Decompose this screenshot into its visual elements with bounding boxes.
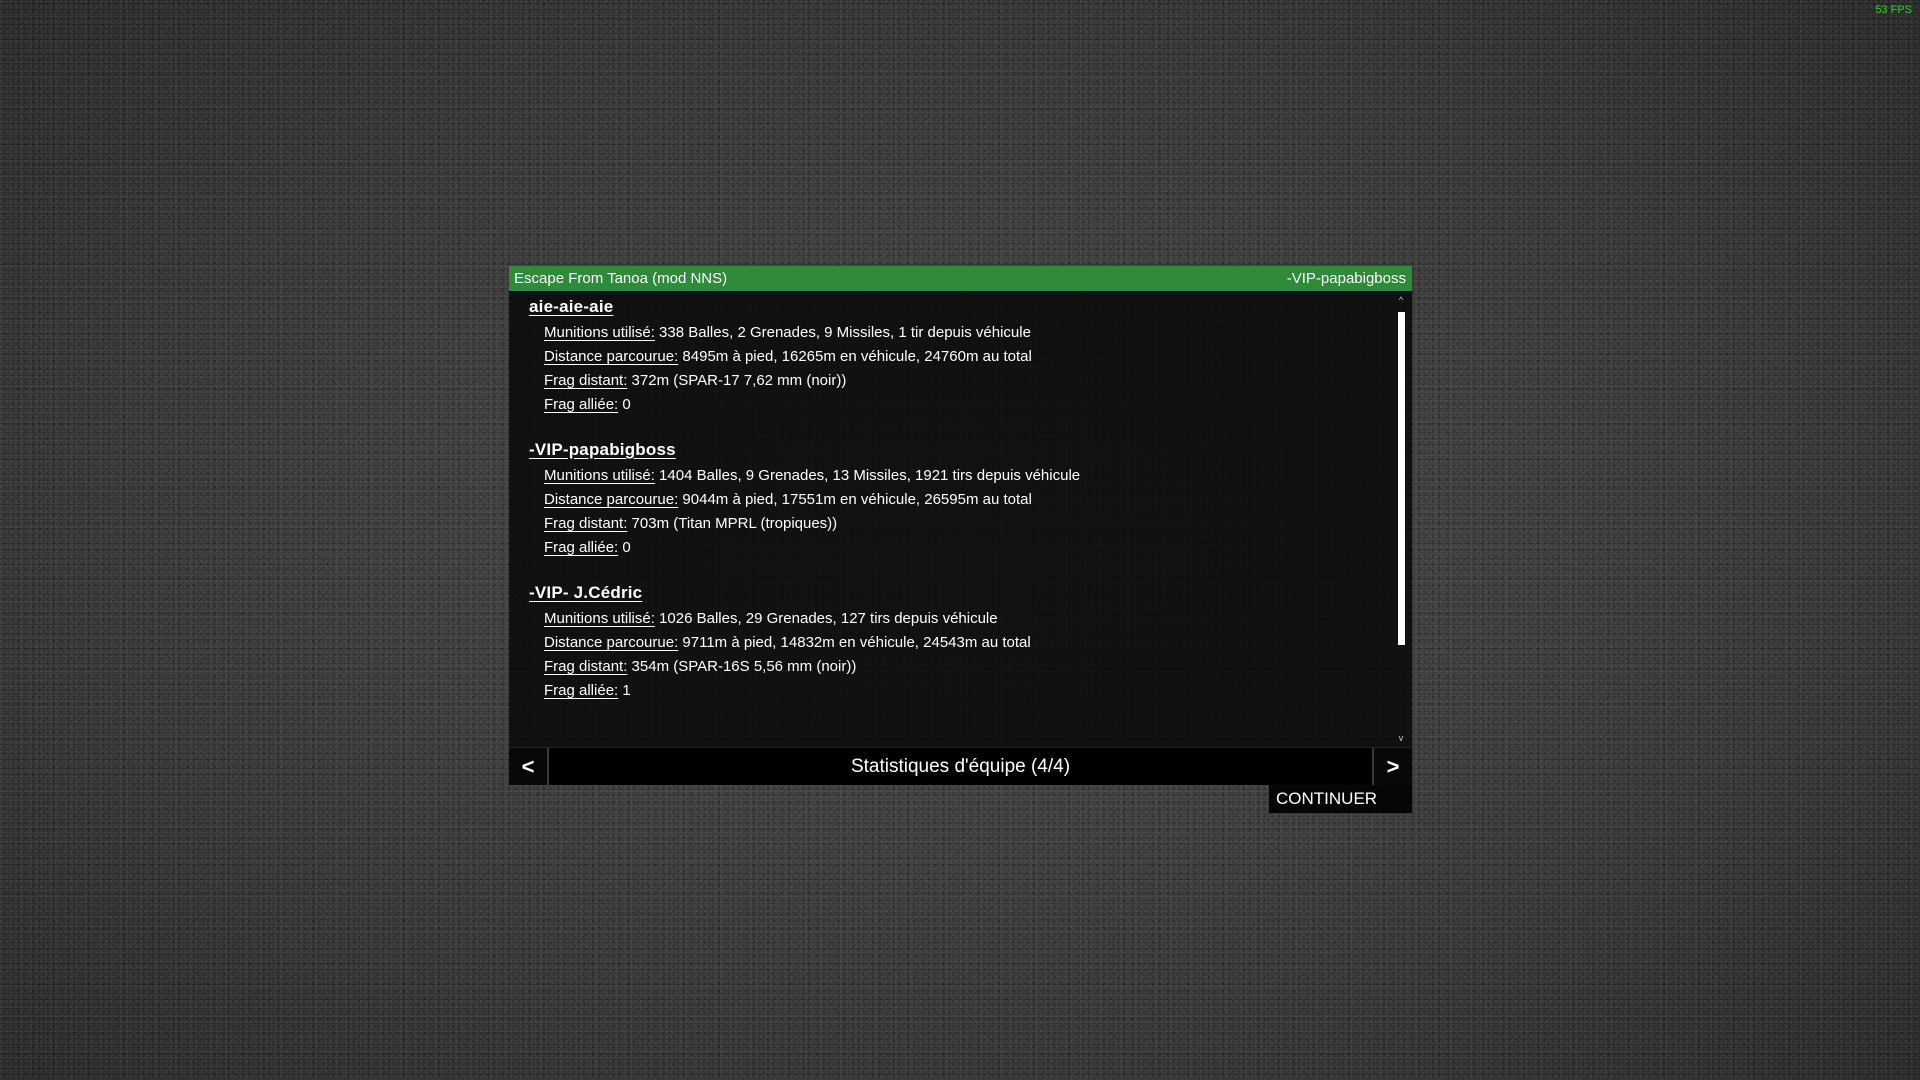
stat-label: Frag alliée: xyxy=(544,396,619,413)
stat-value: 703m (Titan MPRL (tropiques)) xyxy=(627,515,838,532)
stat-row: Distance parcourue: 9711m à pied, 14832m… xyxy=(529,631,1382,655)
player-name: -VIP- J.Cédric xyxy=(529,583,643,602)
stat-value: 8495m à pied, 16265m en véhicule, 24760m… xyxy=(678,348,1032,365)
page-navigation-bar: < Statistiques d'équipe (4/4) > xyxy=(509,747,1412,785)
stat-label: Frag alliée: xyxy=(544,682,619,699)
stat-value: 338 Balles, 2 Grenades, 9 Missiles, 1 ti… xyxy=(654,324,1031,341)
player-stats-block: -VIP-papabigboss Munitions utilisé: 1404 … xyxy=(529,440,1382,560)
stat-value: 1404 Balles, 9 Grenades, 13 Missiles, 19… xyxy=(654,467,1081,484)
stat-label: Frag distant: xyxy=(544,372,628,389)
stat-row: Frag distant: 354m (SPAR-16S 5,56 mm (no… xyxy=(529,655,1382,679)
previous-page-button[interactable]: < xyxy=(509,748,547,785)
stat-row: Frag distant: 703m (Titan MPRL (tropique… xyxy=(529,512,1382,536)
scroll-thumb[interactable] xyxy=(1398,312,1405,645)
scrollbar[interactable]: ^ v xyxy=(1396,295,1406,743)
stat-row: Munitions utilisé: 1404 Balles, 9 Grenad… xyxy=(529,464,1382,488)
team-stats-dialog: Escape From Tanoa (mod NNS) -VIP-papabig… xyxy=(509,266,1412,813)
fps-counter: 53 FPS xyxy=(1875,4,1912,16)
stat-value: 9711m à pied, 14832m en véhicule, 24543m… xyxy=(678,634,1031,651)
player-stats-block: aie-aie-aie Munitions utilisé: 338 Balles… xyxy=(529,297,1382,417)
stat-label: Frag distant: xyxy=(544,658,628,675)
stat-value: 0 xyxy=(618,539,631,556)
continue-button[interactable]: CONTINUER xyxy=(1269,785,1412,813)
stat-value: 9044m à pied, 17551m en véhicule, 26595m… xyxy=(678,491,1032,508)
stat-label: Frag distant: xyxy=(544,515,628,532)
stat-row: Frag alliée: 0 xyxy=(529,536,1382,560)
dialog-footer: CONTINUER xyxy=(509,785,1412,813)
stat-row: Munitions utilisé: 338 Balles, 2 Grenade… xyxy=(529,321,1382,345)
player-name-header: -VIP-papabigboss xyxy=(1286,270,1406,287)
stat-label: Distance parcourue: xyxy=(544,491,679,508)
stat-value: 0 xyxy=(618,396,631,413)
stat-value: 372m (SPAR-17 7,62 mm (noir)) xyxy=(627,372,847,389)
page-title: Statistiques d'équipe (4/4) xyxy=(850,755,1071,777)
scroll-down-icon[interactable]: v xyxy=(1396,733,1406,743)
stat-label: Distance parcourue: xyxy=(544,348,679,365)
stat-row: Distance parcourue: 9044m à pied, 17551m… xyxy=(529,488,1382,512)
stat-label: Distance parcourue: xyxy=(544,634,679,651)
dialog-titlebar: Escape From Tanoa (mod NNS) -VIP-papabig… xyxy=(509,266,1412,291)
next-page-button[interactable]: > xyxy=(1374,748,1412,785)
stat-label: Munitions utilisé: xyxy=(544,610,655,627)
stat-label: Munitions utilisé: xyxy=(544,467,655,484)
scroll-up-icon[interactable]: ^ xyxy=(1396,295,1406,305)
player-name: aie-aie-aie xyxy=(529,297,614,316)
stats-list[interactable]: aie-aie-aie Munitions utilisé: 338 Balles… xyxy=(509,291,1412,747)
stat-value: 1026 Balles, 29 Grenades, 127 tirs depui… xyxy=(654,610,998,627)
stat-row: Frag alliée: 1 xyxy=(529,679,1382,703)
stat-row: Distance parcourue: 8495m à pied, 16265m… xyxy=(529,345,1382,369)
stat-value: 1 xyxy=(618,682,631,699)
player-stats-block: -VIP- J.Cédric Munitions utilisé: 1026 Ba… xyxy=(529,583,1382,703)
stat-label: Frag alliée: xyxy=(544,539,619,556)
mission-title: Escape From Tanoa (mod NNS) xyxy=(514,270,728,287)
player-name: -VIP-papabigboss xyxy=(529,440,676,459)
stat-row: Munitions utilisé: 1026 Balles, 29 Grena… xyxy=(529,607,1382,631)
stat-value: 354m (SPAR-16S 5,56 mm (noir)) xyxy=(627,658,857,675)
stat-row: Frag alliée: 0 xyxy=(529,393,1382,417)
stat-label: Munitions utilisé: xyxy=(544,324,655,341)
stat-row: Frag distant: 372m (SPAR-17 7,62 mm (noi… xyxy=(529,369,1382,393)
